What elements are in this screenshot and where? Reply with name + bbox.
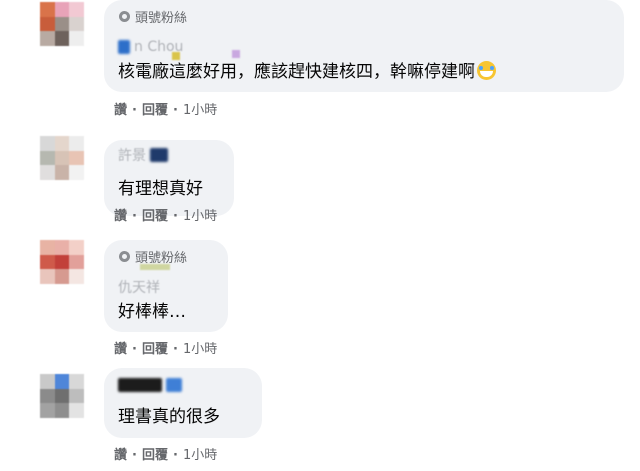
comment-text: 核電廠這麼好用，應該趕快建核四，幹嘛停建啊	[118, 61, 496, 83]
separator: ·	[172, 342, 178, 357]
name-redaction	[118, 378, 162, 392]
separator: ·	[172, 103, 178, 118]
separator: ·	[132, 209, 137, 224]
comment-actions: 讚 · 回覆 · 1小時	[114, 448, 217, 464]
commenter-name[interactable]	[118, 376, 182, 394]
name-redaction	[166, 378, 182, 392]
commenter-name[interactable]: 仇天祥	[118, 278, 160, 296]
badge-label: 頭號粉絲	[135, 10, 188, 26]
badge-label: 頭號粉絲	[135, 250, 188, 266]
separator: ·	[172, 209, 178, 224]
pixelation-block	[140, 264, 170, 270]
reply-button[interactable]: 回覆	[142, 448, 168, 464]
comment-bubble: 許景 有理想真好	[104, 140, 234, 216]
comment-2: 許景 有理想真好 讚 · 回覆 · 1小時	[0, 128, 640, 228]
avatar[interactable]	[40, 136, 84, 180]
timestamp-link[interactable]: 1小時	[183, 103, 217, 119]
comment-1: 頭號粉絲 n Chou 核電廠這麼好用，應該趕快建核四，幹嘛停建啊 讚 · 回覆…	[0, 0, 640, 125]
comment-text-content: 核電廠這麼好用，應該趕快建核四，幹嘛停建啊	[118, 62, 475, 82]
name-redaction	[118, 40, 130, 54]
avatar[interactable]	[40, 2, 84, 46]
top-fan-badge: 頭號粉絲	[118, 8, 188, 26]
commenter-name[interactable]: 許景	[118, 146, 168, 164]
comment-bubble: 理書真的很多	[104, 368, 262, 438]
comment-actions: 讚 · 回覆 · 1小時	[114, 209, 217, 225]
avatar[interactable]	[40, 240, 84, 284]
comment-actions: 讚 · 回覆 · 1小時	[114, 103, 217, 119]
comment-thread: 頭號粉絲 n Chou 核電廠這麼好用，應該趕快建核四，幹嘛停建啊 讚 · 回覆…	[0, 0, 640, 471]
comment-3: 頭號粉絲 仇天祥 好棒棒… 讚 · 回覆 · 1小時	[0, 234, 640, 364]
separator: ·	[132, 448, 137, 463]
reply-button[interactable]: 回覆	[142, 103, 168, 119]
reply-button[interactable]: 回覆	[142, 342, 168, 358]
comment-text: 理書真的很多	[118, 407, 220, 427]
pixelation-block	[172, 52, 180, 60]
laughing-tears-emoji-icon	[477, 61, 496, 80]
top-fan-icon	[118, 10, 131, 23]
separator: ·	[132, 103, 137, 118]
separator: ·	[172, 448, 178, 463]
like-button[interactable]: 讚	[114, 103, 127, 119]
like-button[interactable]: 讚	[114, 448, 127, 464]
timestamp-link[interactable]: 1小時	[183, 448, 217, 464]
comment-text: 有理想真好	[118, 179, 203, 199]
avatar[interactable]	[40, 374, 84, 418]
comment-actions: 讚 · 回覆 · 1小時	[114, 342, 217, 358]
top-fan-icon	[118, 250, 131, 263]
like-button[interactable]: 讚	[114, 209, 127, 225]
name-label: 仇天祥	[118, 280, 160, 296]
comment-bubble: 頭號粉絲 n Chou 核電廠這麼好用，應該趕快建核四，幹嘛停建啊	[104, 0, 624, 92]
separator: ·	[132, 342, 137, 357]
comment-bubble: 頭號粉絲 仇天祥 好棒棒…	[104, 240, 228, 332]
timestamp-link[interactable]: 1小時	[183, 342, 217, 358]
like-button[interactable]: 讚	[114, 342, 127, 358]
timestamp-link[interactable]: 1小時	[183, 209, 217, 225]
reply-button[interactable]: 回覆	[142, 209, 168, 225]
name-redaction	[150, 148, 168, 162]
top-fan-badge: 頭號粉絲	[118, 248, 188, 266]
comment-4: 理書真的很多 讚 · 回覆 · 1小時	[0, 366, 640, 471]
pixelation-block	[232, 50, 240, 58]
name-label: 許景	[118, 148, 146, 164]
comment-text: 好棒棒…	[118, 302, 186, 322]
